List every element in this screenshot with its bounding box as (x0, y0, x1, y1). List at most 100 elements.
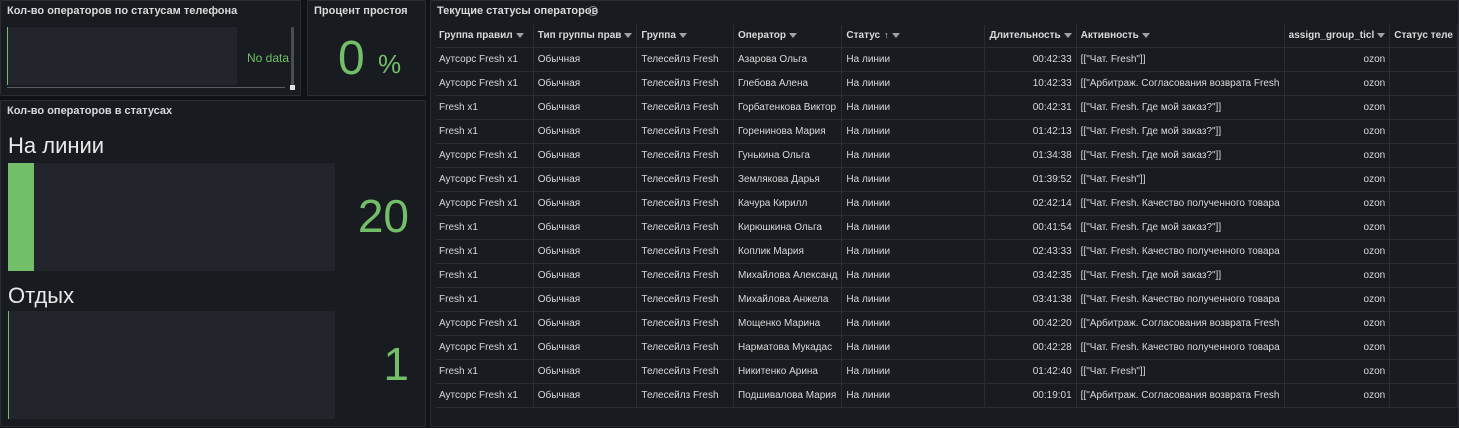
table-cell: Обычная (533, 311, 638, 336)
table-row[interactable]: Аутсорс Fresh x1 Обычная Телесейлз Fresh Гл… (435, 71, 1458, 96)
panel-idle-percent: Процент простоя 0 % (307, 0, 426, 96)
filter-icon[interactable] (1063, 33, 1072, 39)
table-cell: [["Чат. Fresh. Где мой заказ?"]] (1076, 95, 1285, 120)
table-row[interactable]: Fresh x1 Обычная Телесейлз Fresh Горенинова… (435, 119, 1458, 144)
table-cell: [["Чат. Fresh"]] (1076, 359, 1285, 384)
gauge-bar-rest (8, 311, 335, 419)
chart-baseline (7, 87, 285, 88)
column-header[interactable]: Длительность (984, 25, 1077, 48)
panel-title: Текущие статусы операторов (437, 5, 599, 17)
chart-axis (7, 27, 8, 85)
table-cell: ozon (1284, 95, 1391, 120)
table-row[interactable]: Fresh x1 Обычная Телесейлз Fresh Михайлова … (435, 263, 1458, 288)
table-cell: 03:41:38 (984, 287, 1077, 312)
table-cell: ozon (1284, 143, 1391, 168)
table-row[interactable]: Аутсорс Fresh x1 Обычная Телесейлз Fresh По… (435, 383, 1458, 408)
table-cell: Качура Кирилл (733, 191, 843, 216)
column-header[interactable]: Группа правил (435, 25, 534, 48)
gauge-fill-online (8, 163, 35, 271)
table-cell: На линии (841, 311, 986, 336)
table-cell: На линии (841, 359, 986, 384)
table-cell: Никитенко Арина (733, 359, 843, 384)
table-cell: Телесейлз Fresh (636, 287, 734, 312)
table-row[interactable]: Аутсорс Fresh x1 Обычная Телесейлз Fresh Аз… (435, 47, 1458, 72)
table-cell: ozon (1284, 359, 1391, 384)
column-header[interactable]: Статус теле (1389, 25, 1458, 48)
column-header[interactable]: Активность (1076, 25, 1285, 48)
table-row[interactable]: Fresh x1 Обычная Телесейлз Fresh Коплик Мар… (435, 239, 1458, 264)
table-cell: ozon (1284, 71, 1391, 96)
column-header[interactable]: Тип группы прав (533, 25, 638, 48)
panel-title: Кол-во операторов в статусах (7, 105, 173, 117)
filter-icon[interactable] (891, 33, 900, 39)
column-header[interactable]: Оператор (733, 25, 843, 48)
filter-icon[interactable] (1141, 33, 1150, 39)
table-cell: [["Чат. Fresh. Качество полученного това… (1076, 239, 1285, 264)
table-cell: Fresh x1 (435, 287, 534, 312)
table-cell: Телесейлз Fresh (636, 71, 734, 96)
scrollbar[interactable] (291, 27, 294, 85)
table-cell: 03:42:35 (984, 263, 1077, 288)
table-cell: На линии (841, 95, 986, 120)
sort-asc-icon[interactable]: ↑ (884, 30, 889, 40)
table-row[interactable]: Аутсорс Fresh x1 Обычная Телесейлз Fresh Ка… (435, 191, 1458, 216)
table-cell: Телесейлз Fresh (636, 95, 734, 120)
table-cell: Обычная (533, 71, 638, 96)
table-row[interactable]: Аутсорс Fresh x1 Обычная Телесейлз Fresh На… (435, 335, 1458, 360)
table-row[interactable]: Аутсорс Fresh x1 Обычная Телесейлз Fresh Гу… (435, 143, 1458, 168)
table-cell: На линии (841, 47, 986, 72)
filter-icon[interactable] (788, 33, 797, 39)
gauge-label-online: На линии (8, 133, 105, 158)
table-cell: Fresh x1 (435, 239, 534, 264)
table-cell: На линии (841, 191, 986, 216)
table-cell (1389, 215, 1458, 240)
table-cell: [["Чат. Fresh. Где мой заказ?"]] (1076, 119, 1285, 144)
filter-icon[interactable] (1377, 33, 1386, 39)
table-cell: На линии (841, 335, 986, 360)
gauge-label-rest: Отдых (8, 283, 75, 308)
table-cell (1389, 287, 1458, 312)
filter-icon[interactable] (678, 33, 687, 39)
operators-table: Группа правил Тип группы прав Группа Операт… (435, 25, 1458, 408)
table-cell: Обычная (533, 287, 638, 312)
table-cell: Горенинова Мария (733, 119, 843, 144)
table-row[interactable]: Fresh x1 Обычная Телесейлз Fresh Горбатенко… (435, 95, 1458, 120)
table-cell: Fresh x1 (435, 215, 534, 240)
table-cell: Аутсорс Fresh x1 (435, 383, 534, 408)
table-cell: ozon (1284, 167, 1391, 192)
column-header[interactable]: Группа (636, 25, 734, 48)
table-cell: Телесейлз Fresh (636, 335, 734, 360)
table-cell: 00:42:31 (984, 95, 1077, 120)
table-row[interactable]: Аутсорс Fresh x1 Обычная Телесейлз Fresh Мо… (435, 311, 1458, 336)
table-cell: 02:42:14 (984, 191, 1077, 216)
table-cell: На линии (841, 143, 986, 168)
column-header[interactable]: assign_group_ticl (1284, 25, 1391, 48)
table-cell: 01:42:13 (984, 119, 1077, 144)
column-header-label: Активность (1080, 30, 1139, 42)
filter-icon[interactable] (515, 33, 524, 39)
stat-unit: % (378, 49, 402, 79)
gauge-value-rest: 1 (383, 338, 409, 390)
table-cell: Аутсорс Fresh x1 (435, 311, 534, 336)
table-cell: ozon (1284, 119, 1391, 144)
table-row[interactable]: Fresh x1 Обычная Телесейлз Fresh Кирюшкина … (435, 215, 1458, 240)
table-cell: Телесейлз Fresh (636, 167, 734, 192)
table-row[interactable]: Fresh x1 Обычная Телесейлз Fresh Михайлова … (435, 287, 1458, 312)
gauge-fill-rest (8, 311, 9, 419)
column-header-label: assign_group_ticl (1288, 30, 1375, 42)
table-cell (1389, 383, 1458, 408)
filter-icon[interactable] (624, 33, 633, 39)
table-cell: [["Арбитраж. Согласования возврата Fresh (1076, 383, 1285, 408)
table-cell (1389, 359, 1458, 384)
resize-handle[interactable] (290, 85, 295, 90)
table-row[interactable]: Аутсорс Fresh x1 Обычная Телесейлз Fresh Зе… (435, 167, 1458, 192)
info-icon[interactable]: i (588, 6, 598, 16)
table-cell: [["Чат. Fresh"]] (1076, 47, 1285, 72)
column-header-label: Статус теле (1394, 30, 1453, 42)
table-cell: Телесейлз Fresh (636, 47, 734, 72)
table-cell: Михайлова Анжела (733, 287, 843, 312)
panel-operators-by-status: Кол-во операторов в статусах На линии 20… (0, 100, 426, 427)
gauge-bar-online (8, 163, 335, 271)
column-header[interactable]: Статус ↑ (841, 25, 986, 48)
table-row[interactable]: Fresh x1 Обычная Телесейлз Fresh Никитенко … (435, 359, 1458, 384)
